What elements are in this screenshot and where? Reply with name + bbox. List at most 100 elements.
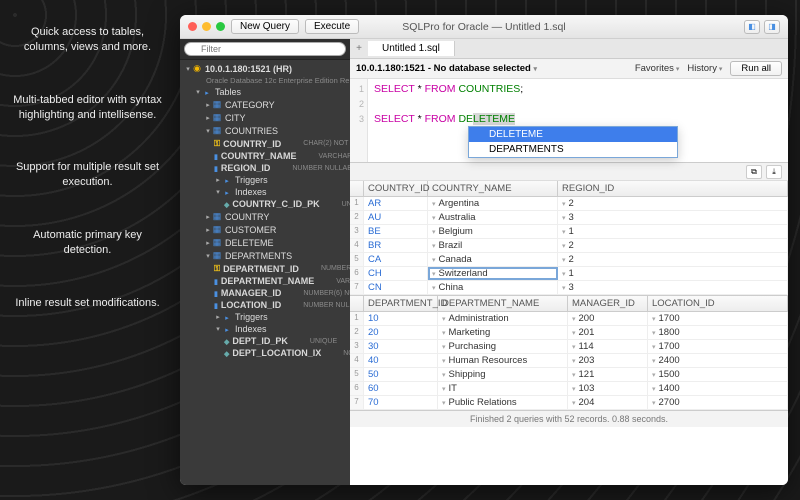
cell[interactable]: 201: [568, 326, 648, 339]
table-row[interactable]: 660IT1031400: [350, 382, 788, 396]
table-row[interactable]: 220Marketing2011800: [350, 326, 788, 340]
cell[interactable]: 70: [364, 396, 438, 409]
table-row[interactable]: 2AUAustralia3: [350, 211, 788, 225]
cell[interactable]: 204: [568, 396, 648, 409]
table-row[interactable]: 7CNChina3: [350, 281, 788, 295]
table-row[interactable]: 6CHSwitzerland1: [350, 267, 788, 281]
zoom-icon[interactable]: [216, 22, 225, 31]
history-menu[interactable]: History: [687, 63, 722, 74]
cell[interactable]: 1: [558, 267, 788, 280]
table-row[interactable]: 4BRBrazil2: [350, 239, 788, 253]
col-header[interactable]: REGION_ID: [558, 181, 788, 196]
cell[interactable]: 200: [568, 312, 648, 325]
cell[interactable]: 1700: [648, 340, 788, 353]
connection-node[interactable]: ▾◉10.0.1.180:1521 (HR): [180, 62, 350, 75]
index-country-c-id-pk[interactable]: COUNTRY_C_ID_PKUNIQUE: [180, 198, 350, 210]
run-all-button[interactable]: Run all: [730, 61, 782, 76]
cell[interactable]: CA: [364, 253, 428, 266]
col-department-name[interactable]: DEPARTMENT_NAMEVARCHAR2(30) NOT NULL: [180, 275, 350, 287]
cell[interactable]: 121: [568, 368, 648, 381]
cell[interactable]: 1: [558, 225, 788, 238]
cell[interactable]: 1: [350, 312, 364, 325]
cell[interactable]: 3: [558, 281, 788, 294]
export-icon[interactable]: ⤓: [766, 165, 782, 179]
cell[interactable]: Argentina: [428, 197, 558, 210]
favorites-menu[interactable]: Favorites: [635, 63, 680, 74]
col-header[interactable]: LOCATION_ID: [648, 296, 788, 311]
countries-indexes-folder[interactable]: ▾Indexes: [180, 186, 350, 198]
schema-tree[interactable]: ▾◉10.0.1.180:1521 (HR) Oracle Database 1…: [180, 60, 350, 485]
cell[interactable]: CH: [364, 267, 428, 280]
cell[interactable]: 2: [350, 211, 364, 224]
cell[interactable]: 114: [568, 340, 648, 353]
cell[interactable]: Brazil: [428, 239, 558, 252]
table-row[interactable]: 440Human Resources2032400: [350, 354, 788, 368]
cell[interactable]: 6: [350, 267, 364, 280]
col-region-id[interactable]: REGION_IDNUMBER NULLABLE: [180, 162, 350, 174]
results-grid-1[interactable]: COUNTRY_IDCOUNTRY_NAMEREGION_ID1ARArgent…: [350, 181, 788, 296]
cell[interactable]: 2400: [648, 354, 788, 367]
cell[interactable]: 1: [350, 197, 364, 210]
cell[interactable]: 3: [350, 340, 364, 353]
col-header[interactable]: [350, 181, 364, 196]
cell[interactable]: 5: [350, 253, 364, 266]
new-tab-button[interactable]: +: [350, 43, 368, 54]
cell[interactable]: 40: [364, 354, 438, 367]
cell[interactable]: BE: [364, 225, 428, 238]
cell[interactable]: AR: [364, 197, 428, 210]
cell[interactable]: Public Relations: [438, 396, 568, 409]
table-country[interactable]: ▸▦COUNTRY: [180, 210, 350, 223]
table-row[interactable]: 5CACanada2: [350, 253, 788, 267]
table-row[interactable]: 110Administration2001700: [350, 312, 788, 326]
cell[interactable]: 1500: [648, 368, 788, 381]
cell[interactable]: Shipping: [438, 368, 568, 381]
cell[interactable]: 50: [364, 368, 438, 381]
autocomplete-item-1[interactable]: DEPARTMENTS: [469, 142, 677, 157]
cell[interactable]: 1700: [648, 312, 788, 325]
col-country-name[interactable]: COUNTRY_NAMEVARCHAR2(40) NULLABLE: [180, 150, 350, 162]
table-category[interactable]: ▸▦CATEGORY: [180, 98, 350, 111]
col-header[interactable]: COUNTRY_ID: [364, 181, 428, 196]
cell[interactable]: CN: [364, 281, 428, 294]
cell[interactable]: IT: [438, 382, 568, 395]
cell[interactable]: 2: [350, 326, 364, 339]
cell[interactable]: 103: [568, 382, 648, 395]
cell[interactable]: 2: [558, 197, 788, 210]
cell[interactable]: Purchasing: [438, 340, 568, 353]
close-icon[interactable]: [188, 22, 197, 31]
connection-selector[interactable]: 10.0.1.180:1521 - No database selected ▾: [356, 63, 537, 74]
cell[interactable]: 1400: [648, 382, 788, 395]
cell[interactable]: 4: [350, 239, 364, 252]
table-row[interactable]: 330Purchasing1141700: [350, 340, 788, 354]
cell[interactable]: 203: [568, 354, 648, 367]
tables-folder[interactable]: ▾Tables: [180, 86, 350, 98]
cell[interactable]: Human Resources: [438, 354, 568, 367]
cell[interactable]: 2: [558, 253, 788, 266]
cell[interactable]: 5: [350, 368, 364, 381]
minimize-icon[interactable]: [202, 22, 211, 31]
cell[interactable]: Administration: [438, 312, 568, 325]
dept-indexes-folder[interactable]: ▾Indexes: [180, 323, 350, 335]
col-location-id[interactable]: LOCATION_IDNUMBER NULLABLE: [180, 299, 350, 311]
copy-icon[interactable]: ⧉: [746, 165, 762, 179]
filter-input[interactable]: [184, 42, 346, 56]
cell[interactable]: 6: [350, 382, 364, 395]
cell[interactable]: 30: [364, 340, 438, 353]
cell[interactable]: China: [428, 281, 558, 294]
cell[interactable]: 3: [350, 225, 364, 238]
table-countries[interactable]: ▾▦COUNTRIES: [180, 124, 350, 137]
new-query-button[interactable]: New Query: [231, 19, 299, 34]
code-area[interactable]: SELECT * FROM COUNTRIES; SELECT * FROM D…: [350, 79, 788, 127]
cell[interactable]: 2700: [648, 396, 788, 409]
cell[interactable]: 10: [364, 312, 438, 325]
table-row[interactable]: 1ARArgentina2: [350, 197, 788, 211]
cell[interactable]: Belgium: [428, 225, 558, 238]
autocomplete-popup[interactable]: DELETEME DEPARTMENTS: [468, 126, 678, 158]
cell[interactable]: 2: [558, 239, 788, 252]
sql-editor[interactable]: 1 2 3 SELECT * FROM COUNTRIES; SELECT * …: [350, 79, 788, 163]
execute-button[interactable]: Execute: [305, 19, 359, 34]
cell[interactable]: 20: [364, 326, 438, 339]
col-header[interactable]: COUNTRY_NAME: [428, 181, 558, 196]
table-deleteme[interactable]: ▸▦DELETEME: [180, 236, 350, 249]
autocomplete-item-0[interactable]: DELETEME: [469, 127, 677, 142]
